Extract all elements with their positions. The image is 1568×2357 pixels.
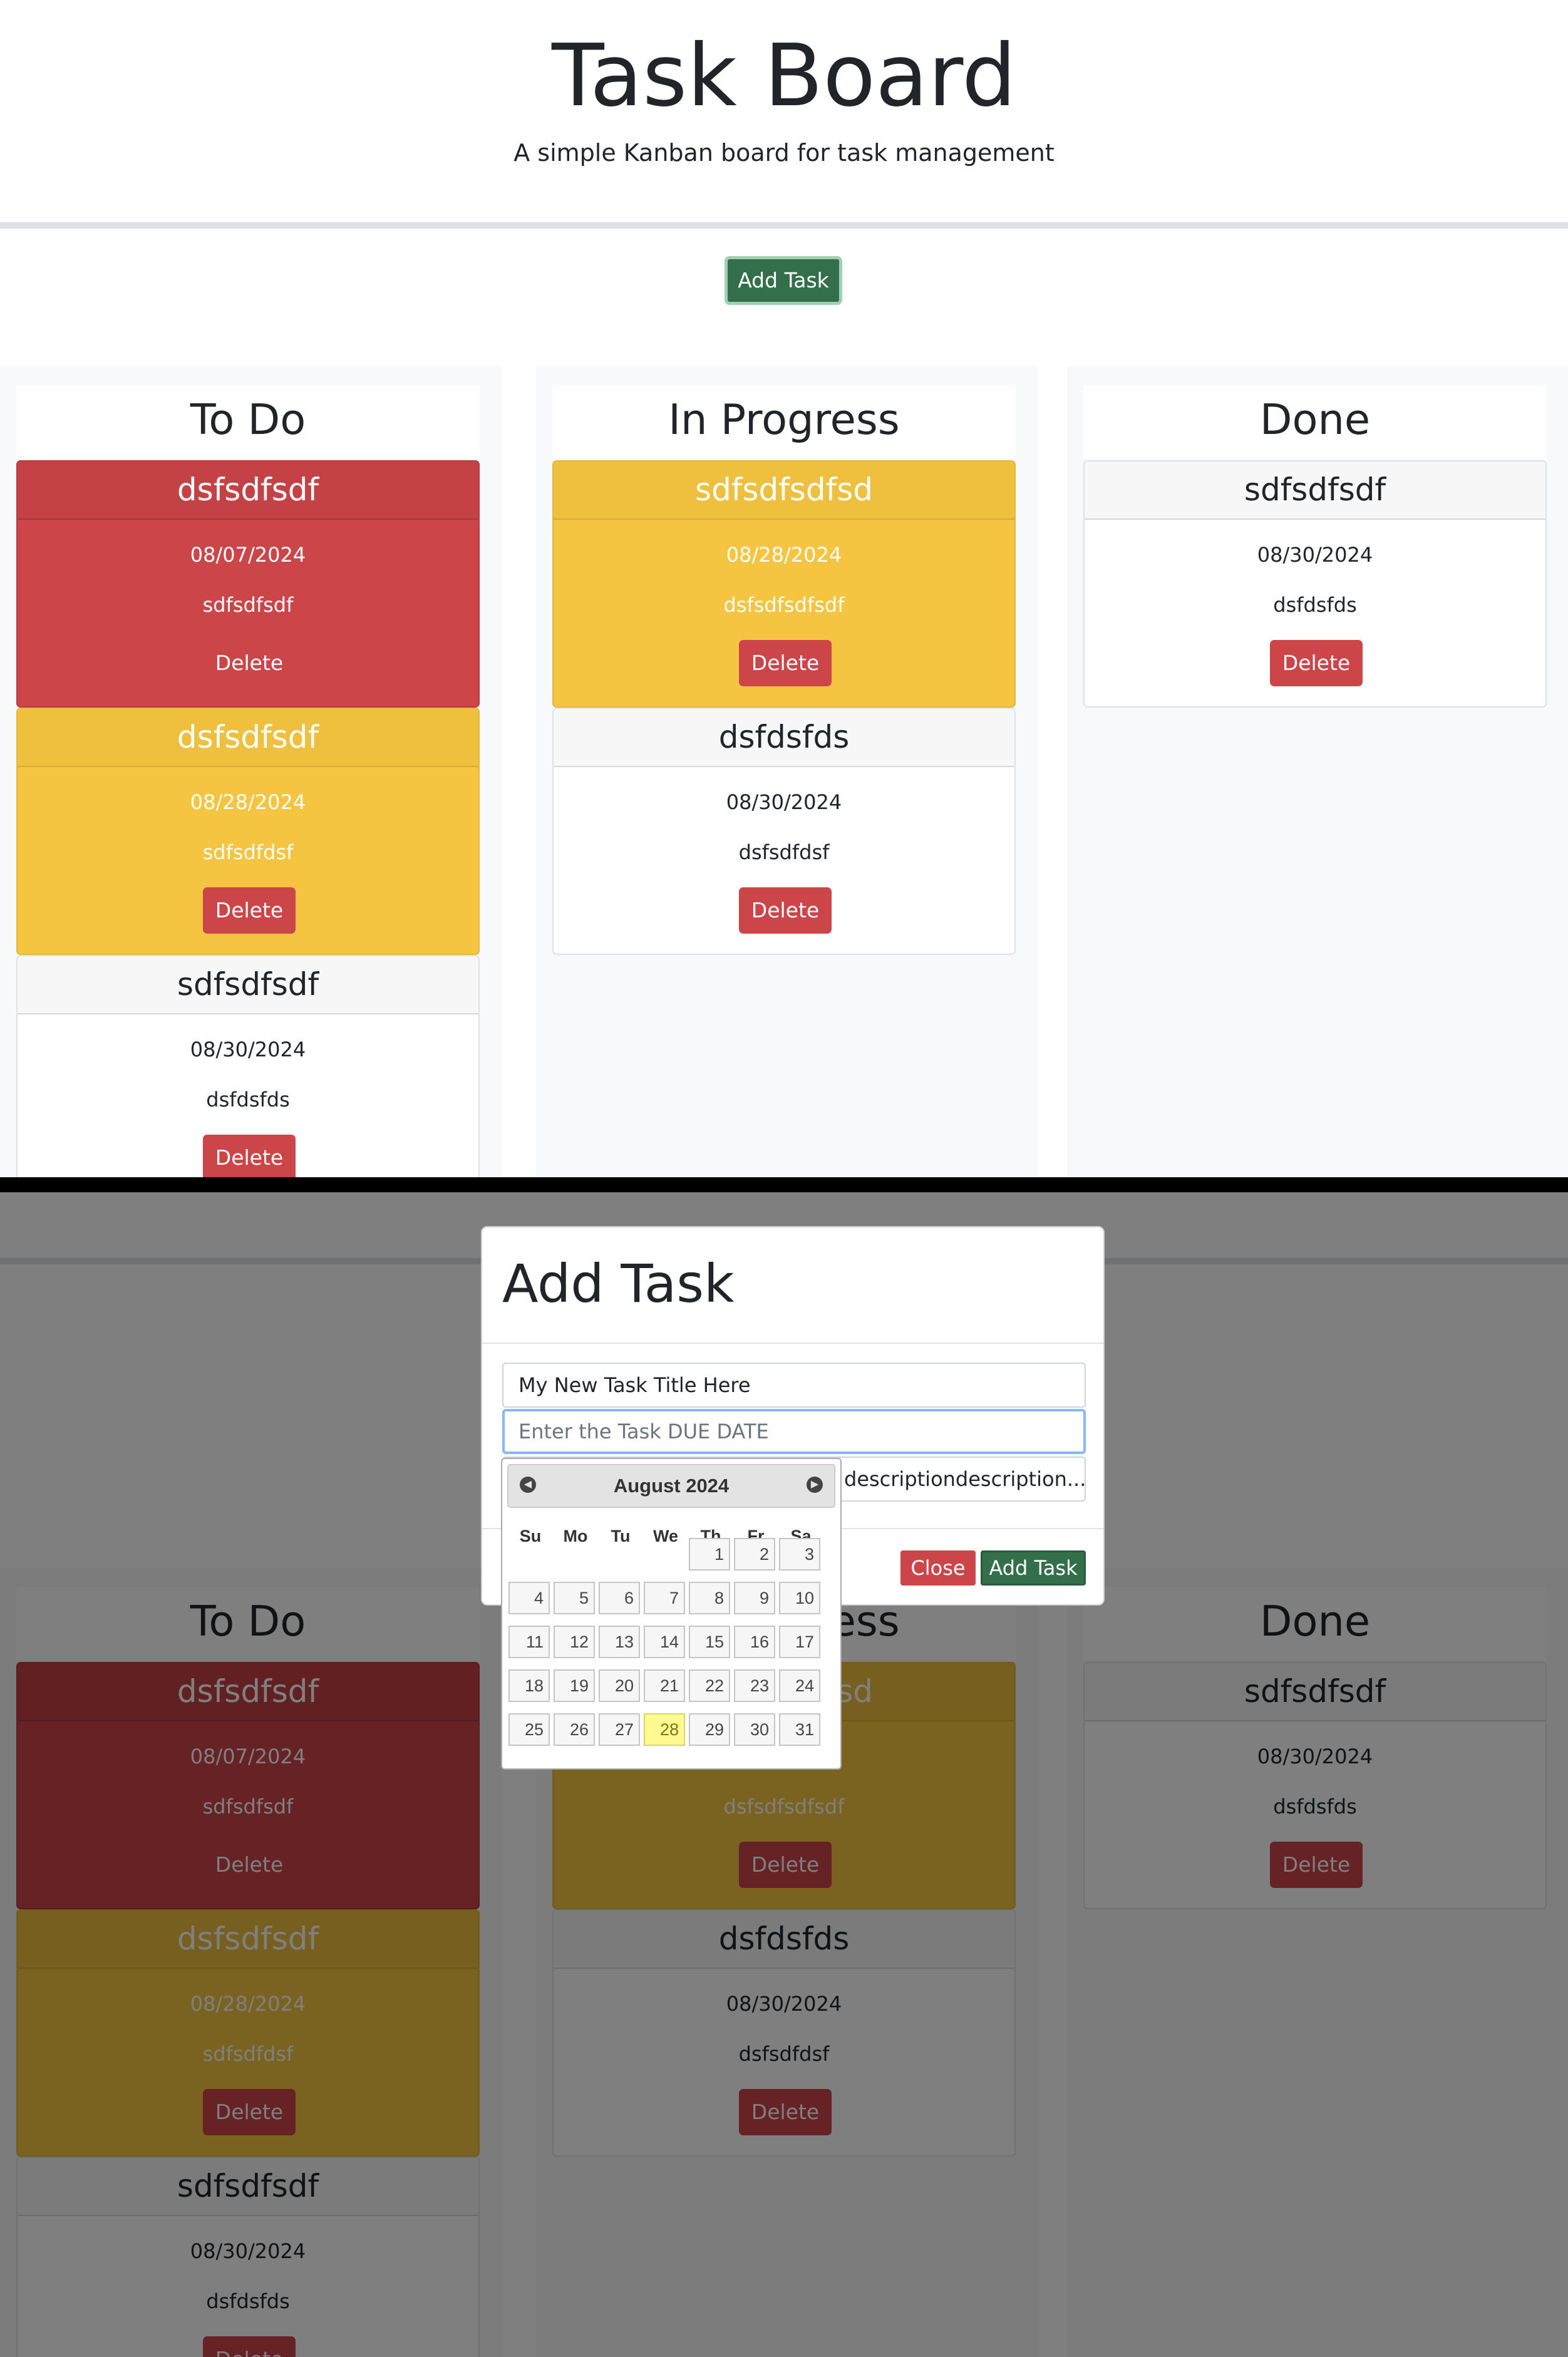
calendar-day[interactable]: 21 [644, 1669, 685, 1702]
datepicker-header: ◀ August 2024 ▶ [507, 1464, 835, 1508]
datepicker: ◀ August 2024 ▶ Su Mo Tu We Th Fr Sa 1 2 3 4 5 6 7 8 9 1… [501, 1458, 842, 1770]
task-due-date: 08/30/2024 [1257, 543, 1373, 567]
lane-title: Done [1083, 385, 1547, 459]
calendar-day[interactable]: 1 [689, 1538, 730, 1570]
task-description: dsfdsfds [1273, 593, 1357, 617]
circle-triangle-e-icon[interactable]: ▶ [807, 1477, 823, 1493]
calendar-day[interactable]: 26 [554, 1713, 595, 1746]
calendar-day[interactable]: 9 [734, 1582, 775, 1614]
delete-button[interactable]: Delete [739, 887, 832, 934]
task-due-date: 08/28/2024 [190, 790, 306, 814]
task-title: sdfsdfsdfsd [554, 462, 1014, 520]
page-title: Task Board [552, 26, 1016, 126]
task-card[interactable]: dsfsdfsdf 08/07/2024 sdfsdfsdf Delete [16, 460, 480, 708]
task-description: sdfsdfdsf [202, 840, 294, 864]
task-description: dsfdsfds [206, 1088, 290, 1111]
calendar-day[interactable]: 11 [508, 1626, 550, 1658]
datepicker-month: August 2024 [613, 1475, 730, 1497]
calendar-day[interactable]: 10 [779, 1582, 820, 1614]
page-subtitle: A simple Kanban board for task managemen… [513, 139, 1055, 167]
calendar-day[interactable]: 29 [689, 1713, 730, 1746]
calendar-day[interactable]: 16 [734, 1626, 775, 1658]
due-date-placeholder: Enter the Task DUE DATE [518, 1420, 769, 1443]
board-with-modal-screen: To Do dsfsdfsdf 08/07/2024 sdfsdfsdf Del… [0, 1192, 1568, 2357]
board-screen: Task Board A simple Kanban board for tas… [0, 0, 1568, 1177]
task-title: sdfsdfsdf [18, 956, 478, 1014]
calendar-day[interactable]: 24 [779, 1669, 820, 1702]
task-title: dsfsdfsdf [18, 709, 478, 767]
calendar-day[interactable]: 28 [644, 1713, 685, 1746]
calendar-day[interactable]: 13 [599, 1626, 640, 1658]
task-card[interactable]: sdfsdfsdfsd 08/28/2024 dsfsdfsdfsdf Dele… [552, 460, 1016, 708]
weekday-label: Tu [611, 1527, 631, 1545]
task-description: sdfsdfsdf [202, 593, 294, 617]
calendar-day[interactable]: 7 [644, 1582, 685, 1614]
calendar-day[interactable]: 18 [508, 1669, 550, 1702]
calendar-day[interactable]: 30 [734, 1713, 775, 1746]
task-title: sdfsdfsdf [1085, 462, 1545, 520]
task-card[interactable]: dsfsdfsdf 08/28/2024 sdfsdfdsf Delete [16, 708, 480, 955]
task-due-date: 08/28/2024 [726, 543, 842, 567]
modal-title: Add Task [502, 1253, 735, 1314]
page-header: Task Board A simple Kanban board for tas… [0, 0, 1568, 229]
add-task-button[interactable]: Add Task [725, 256, 842, 305]
calendar-day[interactable]: 31 [779, 1713, 820, 1746]
lane-in-progress: In Progress sdfsdfsdfsd 08/28/2024 dsfsd… [536, 366, 1038, 1177]
calendar-day[interactable]: 14 [644, 1626, 685, 1658]
task-due-date: 08/07/2024 [190, 543, 306, 567]
delete-button[interactable]: Delete [203, 1135, 296, 1177]
calendar-day[interactable]: 4 [508, 1582, 550, 1614]
delete-button[interactable]: Delete [203, 887, 296, 934]
delete-button[interactable]: Delete [203, 640, 296, 686]
calendar-day[interactable]: 20 [599, 1669, 640, 1702]
calendar-day[interactable]: 2 [734, 1538, 775, 1570]
modal-add-task-button[interactable]: Add Task [981, 1550, 1086, 1586]
calendar-day[interactable]: 5 [554, 1582, 595, 1614]
task-due-date-input[interactable]: Enter the Task DUE DATE [502, 1409, 1086, 1454]
calendar-day[interactable]: 27 [599, 1713, 640, 1746]
calendar-day[interactable]: 15 [689, 1626, 730, 1658]
task-title: dsfdsfds [554, 709, 1014, 767]
task-card[interactable]: dsfdsfds 08/30/2024 dsfsdfdsf Delete [552, 708, 1016, 955]
calendar-day[interactable]: 22 [689, 1669, 730, 1702]
lane-todo: To Do dsfsdfsdf 08/07/2024 sdfsdfsdf Del… [0, 366, 502, 1177]
modal-divider [482, 1343, 1103, 1344]
calendar-day[interactable]: 25 [508, 1713, 550, 1746]
lane-done: Done sdfsdfsdf 08/30/2024 dsfdsfds Delet… [1067, 366, 1568, 1177]
delete-button[interactable]: Delete [1270, 640, 1363, 686]
calendar-day[interactable]: 19 [554, 1669, 595, 1702]
weekday-label: Mo [563, 1527, 588, 1545]
calendar-day[interactable]: 23 [734, 1669, 775, 1702]
calendar-day[interactable]: 6 [599, 1582, 640, 1614]
delete-button[interactable]: Delete [739, 640, 832, 686]
calendar-day[interactable]: 8 [689, 1582, 730, 1614]
task-title-input[interactable]: My New Task Title Here [502, 1363, 1086, 1408]
lane-title: To Do [16, 385, 480, 459]
task-due-date: 08/30/2024 [190, 1038, 306, 1061]
task-description: dsfsdfsdfsdf [723, 593, 845, 617]
calendar-day[interactable]: 17 [779, 1626, 820, 1658]
close-button[interactable]: Close [900, 1550, 976, 1586]
calendar-day[interactable]: 3 [779, 1538, 820, 1570]
weekday-label: We [652, 1527, 678, 1545]
weekday-label: Su [519, 1527, 542, 1545]
lane-title: In Progress [552, 385, 1016, 459]
task-due-date: 08/30/2024 [726, 790, 842, 814]
task-description: dsfsdfdsf [738, 840, 830, 864]
calendar-day[interactable]: 12 [554, 1626, 595, 1658]
task-card[interactable]: sdfsdfsdf 08/30/2024 dsfdsfds Delete [1083, 460, 1547, 708]
task-title: dsfsdfsdf [18, 462, 478, 520]
task-card[interactable]: sdfsdfsdf 08/30/2024 dsfdsfds Delete [16, 955, 480, 1177]
